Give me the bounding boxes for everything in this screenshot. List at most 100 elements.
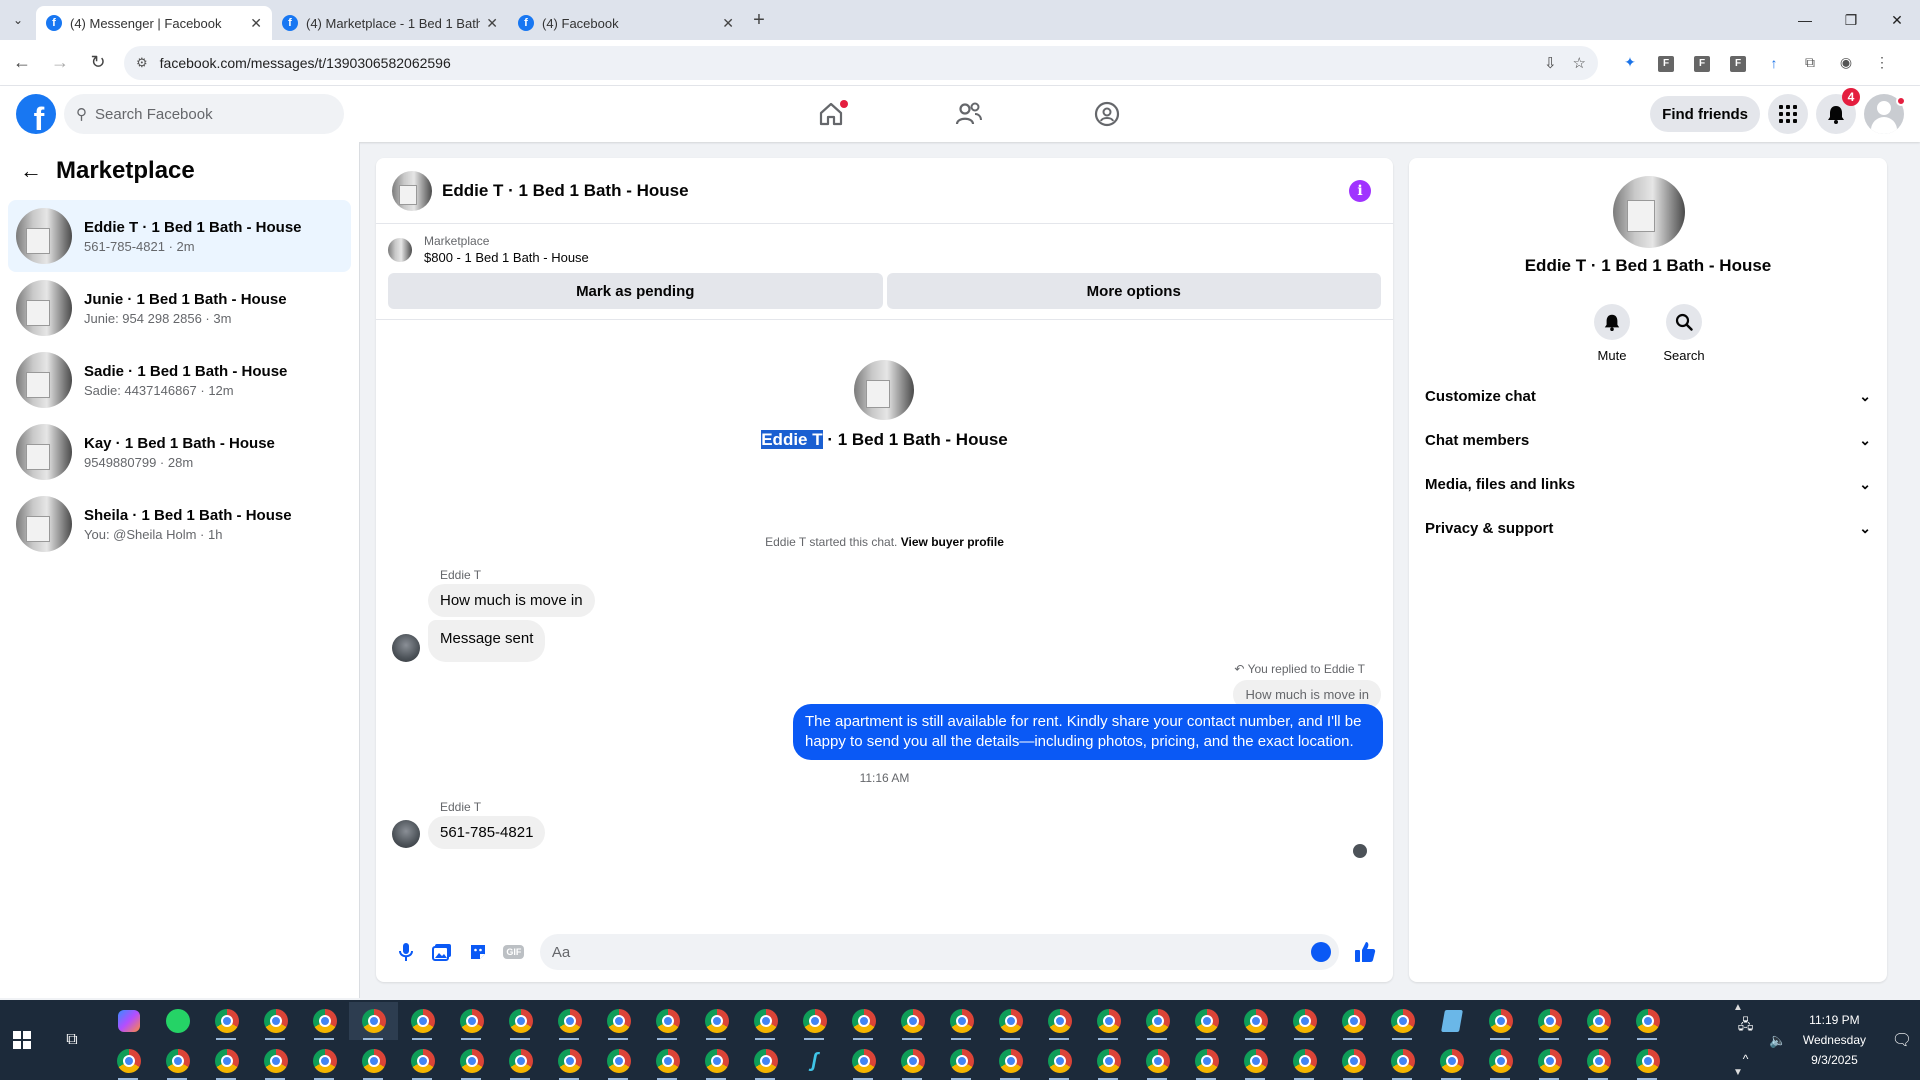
info-icon[interactable]: i	[1349, 180, 1371, 202]
incoming-message[interactable]: Message sent	[428, 620, 546, 662]
more-menu-icon[interactable]: ⋮	[1864, 54, 1900, 71]
conversation-item-junie[interactable]: Junie · 1 Bed 1 Bath - House Junie: 954 …	[8, 272, 351, 344]
chrome-app-icon[interactable]	[1623, 1042, 1672, 1080]
chrome-app-icon[interactable]	[1231, 1042, 1280, 1080]
message-input[interactable]	[551, 943, 1312, 961]
mark-as-pending-button[interactable]: Mark as pending	[388, 273, 883, 309]
find-friends-button[interactable]: Find friends	[1650, 96, 1760, 132]
chrome-app-icon[interactable]	[741, 1002, 790, 1040]
close-tab-icon[interactable]: ✕	[486, 15, 498, 32]
gif-icon[interactable]: GIF	[496, 945, 532, 959]
notifications-button[interactable]: 4	[1816, 88, 1860, 134]
search-in-chat-button[interactable]: Search	[1663, 304, 1705, 363]
chrome-app-icon[interactable]	[937, 1042, 986, 1080]
chrome-app-icon[interactable]	[888, 1002, 937, 1040]
conversation-item-sheila[interactable]: Sheila · 1 Bed 1 Bath - House You: @Shei…	[8, 488, 351, 560]
whatsapp-app-icon[interactable]	[153, 1002, 202, 1040]
back-arrow-icon[interactable]: ←	[6, 52, 38, 73]
privacy-support-section[interactable]: Privacy & support ⌄	[1417, 506, 1879, 550]
close-window-icon[interactable]: ✕	[1874, 0, 1920, 40]
chrome-app-icon[interactable]	[692, 1042, 741, 1080]
chrome-app-icon[interactable]	[1084, 1002, 1133, 1040]
view-buyer-profile-link[interactable]: View buyer profile	[901, 535, 1004, 549]
taskbar-clock[interactable]: 11:19 PM Wednesday 9/3/2025	[1803, 1010, 1866, 1070]
chrome-app-icon[interactable]	[1574, 1002, 1623, 1040]
chrome-app-icon[interactable]	[1476, 1042, 1525, 1080]
chrome-app-icon[interactable]	[251, 1042, 300, 1080]
chrome-app-icon[interactable]	[349, 1002, 398, 1040]
chrome-app-icon[interactable]	[937, 1002, 986, 1040]
chrome-app-icon[interactable]	[1476, 1002, 1525, 1040]
conversation-item-sadie[interactable]: Sadie · 1 Bed 1 Bath - House Sadie: 4437…	[8, 344, 351, 416]
chrome-app-icon[interactable]	[790, 1002, 839, 1040]
customize-chat-section[interactable]: Customize chat ⌄	[1417, 374, 1879, 418]
speaker-icon[interactable]: 🔈	[1769, 1032, 1786, 1049]
notepad-app-icon[interactable]	[1427, 1002, 1476, 1040]
f-extension-icon[interactable]: F	[1720, 53, 1756, 72]
chrome-app-icon[interactable]	[1329, 1002, 1378, 1040]
reload-icon[interactable]: ↻	[82, 52, 114, 73]
home-nav-button[interactable]	[762, 86, 900, 142]
conversation-item-kay[interactable]: Kay · 1 Bed 1 Bath - House 9549880799 · …	[8, 416, 351, 488]
puzzle-extension-icon[interactable]: ✦	[1612, 54, 1648, 71]
network-icon[interactable]: 🖧	[1738, 1014, 1754, 1038]
chrome-app-icon[interactable]	[692, 1002, 741, 1040]
chrome-app-icon[interactable]	[643, 1042, 692, 1080]
chrome-app-icon[interactable]	[594, 1002, 643, 1040]
chrome-app-icon[interactable]	[1133, 1042, 1182, 1080]
incoming-message[interactable]: How much is move in	[428, 584, 595, 617]
message-input-wrapper[interactable]	[539, 934, 1340, 970]
f-extension-icon[interactable]: F	[1648, 53, 1684, 72]
chrome-app-icon[interactable]	[839, 1002, 888, 1040]
mute-button[interactable]: Mute	[1593, 304, 1631, 363]
facebook-logo-icon[interactable]: f	[16, 94, 56, 134]
chrome-app-icon[interactable]	[300, 1002, 349, 1040]
chrome-app-icon[interactable]	[986, 1042, 1035, 1080]
info-panel-avatar[interactable]	[1613, 176, 1685, 248]
chrome-app-icon[interactable]	[1525, 1042, 1574, 1080]
install-app-icon[interactable]: ⇩	[1544, 54, 1557, 72]
message-list[interactable]: Eddie T · 1 Bed 1 Bath - House Eddie T s…	[376, 320, 1393, 922]
chrome-app-icon[interactable]	[251, 1002, 300, 1040]
pin-extension-icon[interactable]: ↑	[1756, 55, 1792, 71]
tray-chevron-up-icon[interactable]: ^	[1743, 1052, 1749, 1066]
photo-icon[interactable]	[424, 943, 460, 961]
chrome-app-icon[interactable]	[1525, 1002, 1574, 1040]
chrome-app-icon[interactable]	[447, 1042, 496, 1080]
f-extension-icon[interactable]: F	[1684, 53, 1720, 72]
outgoing-message[interactable]: The apartment is still available for ren…	[793, 704, 1383, 760]
chrome-app-icon[interactable]	[202, 1042, 251, 1080]
chrome-app-icon[interactable]	[202, 1002, 251, 1040]
profile-icon[interactable]: ◉	[1828, 54, 1864, 71]
thumbs-up-icon[interactable]	[1349, 936, 1381, 968]
chat-title[interactable]: Eddie T · 1 Bed 1 Bath - House	[442, 181, 689, 201]
chrome-app-icon[interactable]	[1623, 1002, 1672, 1040]
new-tab-plus-icon[interactable]: +	[744, 9, 774, 32]
chrome-app-icon[interactable]	[1035, 1002, 1084, 1040]
listing-title[interactable]: $800 - 1 Bed 1 Bath - House	[424, 250, 589, 265]
chrome-app-icon[interactable]	[1280, 1002, 1329, 1040]
chrome-app-icon[interactable]	[1182, 1042, 1231, 1080]
incoming-message[interactable]: 561-785-4821	[428, 816, 546, 849]
bookmark-star-icon[interactable]: ☆	[1573, 54, 1586, 72]
restore-icon[interactable]: ❐	[1828, 0, 1874, 40]
chrome-app-icon[interactable]	[643, 1002, 692, 1040]
listing-thumbnail[interactable]	[388, 237, 412, 262]
chrome-app-icon[interactable]	[300, 1042, 349, 1080]
chrome-app-icon[interactable]	[1378, 1042, 1427, 1080]
sticker-icon[interactable]	[460, 942, 496, 962]
chrome-app-icon[interactable]	[1035, 1042, 1084, 1080]
more-options-button[interactable]: More options	[886, 273, 1381, 309]
emoji-icon[interactable]	[1311, 942, 1332, 962]
tab-search-chevron-icon[interactable]: ⌄	[0, 0, 36, 40]
script-app-icon[interactable]: ʃ	[790, 1042, 839, 1080]
chrome-app-icon[interactable]	[1378, 1002, 1427, 1040]
chat-members-section[interactable]: Chat members ⌄	[1417, 418, 1879, 462]
friends-nav-button[interactable]	[900, 86, 1038, 142]
search-input[interactable]	[95, 105, 315, 123]
browser-tab-messenger[interactable]: f (4) Messenger | Facebook ✕	[36, 6, 272, 40]
chrome-app-icon[interactable]	[153, 1042, 202, 1080]
chrome-app-icon[interactable]	[545, 1002, 594, 1040]
chrome-app-icon[interactable]	[398, 1002, 447, 1040]
chrome-app-icon[interactable]	[496, 1002, 545, 1040]
